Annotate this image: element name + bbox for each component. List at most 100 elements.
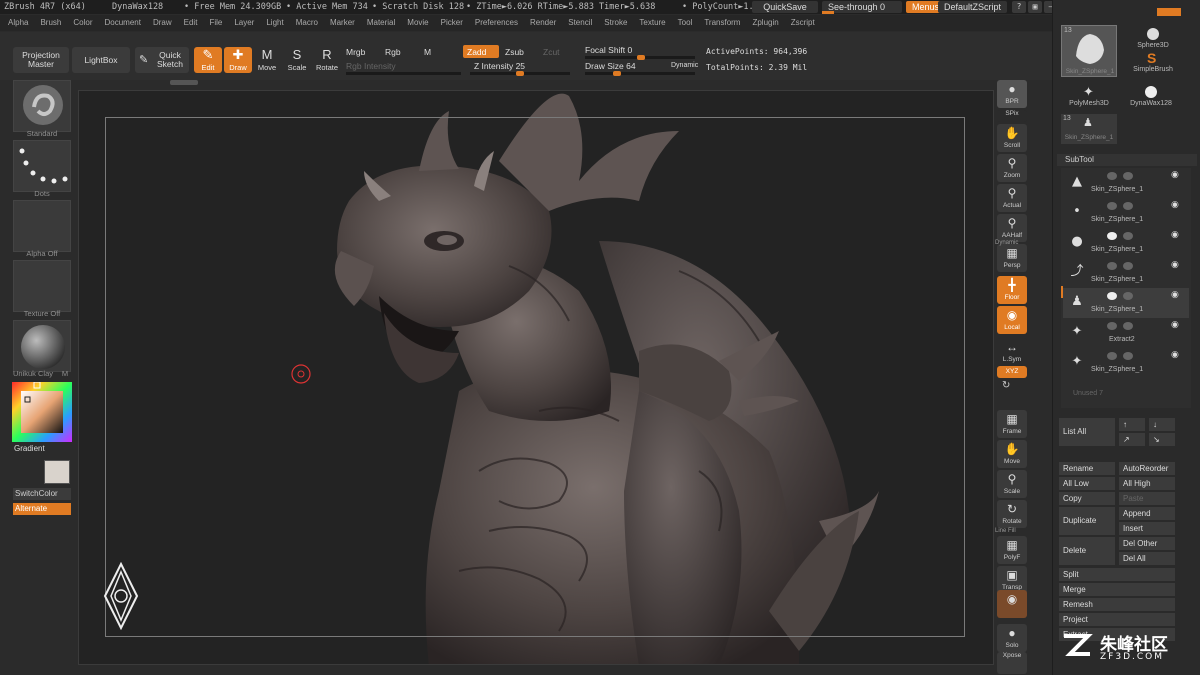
menu-document[interactable]: Document <box>105 18 141 27</box>
mask-toggle[interactable] <box>1123 292 1133 300</box>
zoom-button[interactable]: ⚲ Zoom <box>997 154 1027 182</box>
mask-toggle[interactable] <box>1123 262 1133 270</box>
subtool-row[interactable]: ● ◉ Skin_ZSphere_1 <box>1063 228 1189 258</box>
mask-toggle[interactable] <box>1123 352 1133 360</box>
scroll-button[interactable]: ✋ Scroll <box>997 124 1027 152</box>
tool-thumb-simplebrush[interactable]: S SimpleBrush <box>1125 50 1181 76</box>
menu-picker[interactable]: Picker <box>441 18 463 27</box>
rgb-toggle[interactable]: Rgb <box>385 47 401 57</box>
split-button[interactable]: Split <box>1059 568 1175 581</box>
del-all-button[interactable]: Del All <box>1119 552 1175 565</box>
floor-button[interactable]: ╋ Floor <box>997 276 1027 304</box>
menu-zscript[interactable]: Zscript <box>791 18 815 27</box>
bpr-button[interactable]: ● BPR <box>997 80 1027 108</box>
eye-icon[interactable]: ◉ <box>1171 320 1179 330</box>
poly-toggle[interactable] <box>1107 352 1117 360</box>
help-icon[interactable]: ? <box>1012 1 1026 13</box>
zcut-toggle[interactable]: Zcut <box>543 47 560 57</box>
zadd-toggle[interactable]: Zadd <box>467 47 486 57</box>
default-zscript-button[interactable]: DefaultZScript <box>938 1 1008 13</box>
spix-slider[interactable]: SPix <box>997 110 1027 122</box>
list-all-button[interactable]: List All <box>1059 418 1115 446</box>
eye-icon[interactable]: ◉ <box>1171 290 1179 300</box>
poly-toggle[interactable] <box>1107 172 1117 180</box>
focal-shift-slider[interactable]: Focal Shift 0 <box>585 45 632 55</box>
mask-toggle[interactable] <box>1123 202 1133 210</box>
tool-thumb-skin-zsphere[interactable]: 13 Skin_ZSphere_1 <box>1061 25 1117 77</box>
tool-thumb-sphere3d[interactable]: Sphere3D <box>1125 28 1181 52</box>
texture-selector[interactable] <box>13 260 71 312</box>
subtool-row[interactable]: ⤴ ◉ Skin_ZSphere_1 <box>1063 258 1189 288</box>
lsym-button[interactable]: ↔ L.Sym <box>997 338 1027 366</box>
move-up-arrow-icon[interactable]: ↑ <box>1119 418 1145 431</box>
eye-icon[interactable]: ◉ <box>1171 170 1179 180</box>
menu-light[interactable]: Light <box>266 18 283 27</box>
mask-toggle[interactable] <box>1123 322 1133 330</box>
subtool-row[interactable]: ▲ ◉ Skin_ZSphere_1 <box>1063 168 1189 198</box>
menu-stroke[interactable]: Stroke <box>604 18 627 27</box>
solo-button[interactable]: ● Solo <box>997 624 1027 652</box>
move-button[interactable]: M Move <box>253 47 281 73</box>
scale-view-button[interactable]: ⚲ Scale <box>997 470 1027 498</box>
merge-button[interactable]: Merge <box>1059 583 1175 596</box>
menu-layer[interactable]: Layer <box>234 18 254 27</box>
menu-stencil[interactable]: Stencil <box>568 18 592 27</box>
mrgb-toggle[interactable]: Mrgb <box>346 47 365 57</box>
subtool-row[interactable]: • ◉ Skin_ZSphere_1 <box>1063 198 1189 228</box>
all-high-button[interactable]: All High <box>1119 477 1175 490</box>
all-low-button[interactable]: All Low <box>1059 477 1115 490</box>
xpose-button[interactable]: Xpose <box>997 652 1027 674</box>
project-button[interactable]: Project <box>1059 613 1175 626</box>
delete-button[interactable]: Delete <box>1059 537 1115 565</box>
poly-toggle[interactable] <box>1107 202 1117 210</box>
subtool-header[interactable]: SubTool <box>1057 154 1197 166</box>
menu-alpha[interactable]: Alpha <box>8 18 28 27</box>
frame-button[interactable]: ▦ Frame <box>997 410 1027 438</box>
poly-toggle[interactable] <box>1107 322 1117 330</box>
menu-movie[interactable]: Movie <box>407 18 428 27</box>
xyz-button[interactable]: XYZ <box>997 366 1027 378</box>
subtool-row-selected[interactable]: ♟ ◉ Skin_ZSphere_1 <box>1063 288 1189 318</box>
focal-shift-track[interactable] <box>585 55 695 60</box>
rotate-button[interactable]: R Rotate <box>313 47 341 73</box>
alternate-button[interactable]: Alternate <box>13 503 71 515</box>
tool-thumb-dynawax[interactable]: DynaWax128 <box>1121 86 1181 110</box>
mask-toggle[interactable] <box>1123 232 1133 240</box>
menu-edit[interactable]: Edit <box>184 18 198 27</box>
remesh-button[interactable]: Remesh <box>1059 598 1175 611</box>
canvas-scrollbar[interactable] <box>170 80 198 85</box>
see-through-slider[interactable]: See-through 0 <box>822 1 902 13</box>
menu-tool[interactable]: Tool <box>678 18 693 27</box>
edit-button[interactable]: ✎ Edit <box>194 47 222 73</box>
menu-material[interactable]: Material <box>367 18 395 27</box>
see-through-knob[interactable] <box>822 11 834 14</box>
draw-button[interactable]: ✚ Draw <box>224 47 252 73</box>
subtool-row[interactable]: ✦ ◉ Skin_ZSphere_1 <box>1063 348 1189 378</box>
autoreorder-button[interactable]: AutoReorder <box>1119 462 1175 475</box>
persp-button[interactable]: ▦ Persp <box>997 244 1027 272</box>
rename-button[interactable]: Rename <box>1059 462 1115 475</box>
tool-thumb-skin-zsphere-2[interactable]: 13 ♟ Skin_ZSphere_1 <box>1061 114 1117 144</box>
menu-preferences[interactable]: Preferences <box>475 18 518 27</box>
material-selector[interactable] <box>13 320 71 372</box>
scale-button[interactable]: S Scale <box>283 47 311 73</box>
insert-button[interactable]: Insert <box>1119 522 1175 535</box>
alpha-selector[interactable] <box>13 200 71 252</box>
del-other-button[interactable]: Del Other <box>1119 537 1175 550</box>
menu-brush[interactable]: Brush <box>40 18 61 27</box>
brush-selector[interactable] <box>13 80 71 132</box>
dynamic-toggle[interactable]: Dynamic <box>671 62 698 69</box>
stroke-selector[interactable] <box>13 140 71 192</box>
move-down-arrow-icon[interactable]: ↓ <box>1149 418 1175 431</box>
rotate-view-button[interactable]: ↻ Rotate <box>997 500 1027 528</box>
actual-button[interactable]: ⚲ Actual <box>997 184 1027 212</box>
mask-toggle[interactable] <box>1123 172 1133 180</box>
switch-color-button[interactable]: SwitchColor <box>13 488 71 500</box>
z-intensity-track[interactable] <box>470 71 570 76</box>
rgb-intensity-track[interactable] <box>346 72 461 75</box>
color-picker[interactable] <box>12 381 72 442</box>
projection-master-button[interactable]: Projection Master <box>13 47 69 73</box>
paste-button[interactable]: Paste <box>1119 492 1175 505</box>
eye-icon[interactable]: ◉ <box>1171 350 1179 360</box>
menu-texture[interactable]: Texture <box>639 18 665 27</box>
